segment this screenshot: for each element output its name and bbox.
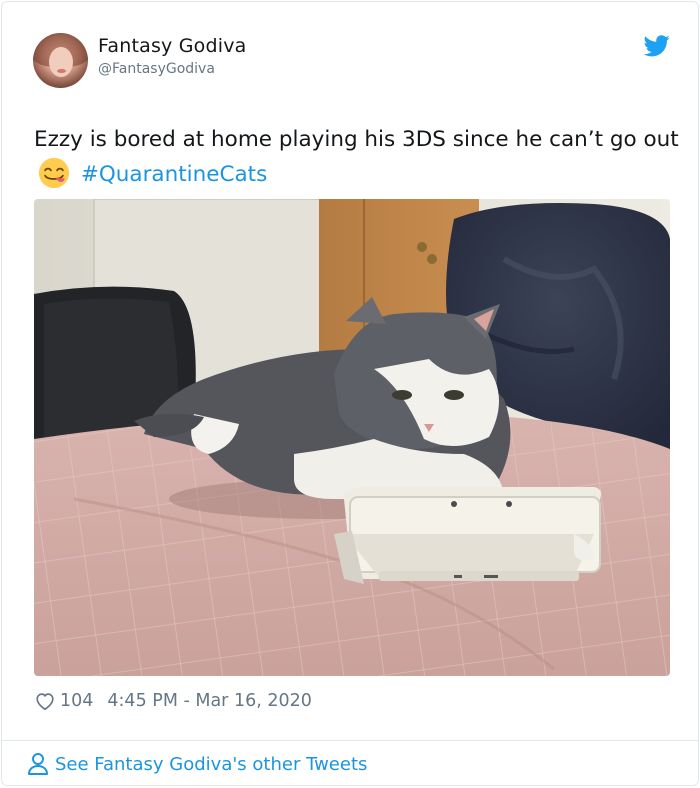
avatar-lips [57, 69, 66, 73]
author-display-name[interactable]: Fantasy Godiva [98, 35, 247, 57]
tweet-timestamp[interactable]: 4:45 PM - Mar 16, 2020 [107, 691, 311, 711]
hashtag-link[interactable]: #QuarantineCats [81, 162, 267, 187]
tweet-photo[interactable] [34, 199, 670, 676]
tweet-body: Ezzy is bored at home playing his 3DS si… [34, 127, 679, 152]
author-handle[interactable]: @FantasyGodiva [98, 61, 215, 77]
see-other-tweets-label[interactable]: See Fantasy Godiva's other Tweets [55, 754, 367, 775]
embedded-tweet-card: Fantasy Godiva @FantasyGodiva Ezzy is bo… [1, 1, 699, 786]
cat-with-3ds-photo [34, 199, 670, 676]
tweet-meta: 104 4:45 PM - Mar 16, 2020 [34, 688, 312, 714]
heart-outline-icon[interactable] [34, 690, 56, 712]
footer-divider [2, 740, 698, 741]
twitter-bird-icon[interactable] [644, 35, 670, 57]
like-count[interactable]: 104 [60, 691, 93, 711]
tweet-header: Fantasy Godiva @FantasyGodiva [2, 2, 698, 102]
avatar[interactable] [33, 33, 88, 88]
person-outline-icon [28, 753, 48, 775]
face-savoring-food-emoji [38, 157, 70, 189]
tweet-text: Ezzy is bored at home playing his 3DS si… [34, 122, 679, 192]
see-other-tweets-link[interactable]: See Fantasy Godiva's other Tweets [27, 750, 367, 778]
